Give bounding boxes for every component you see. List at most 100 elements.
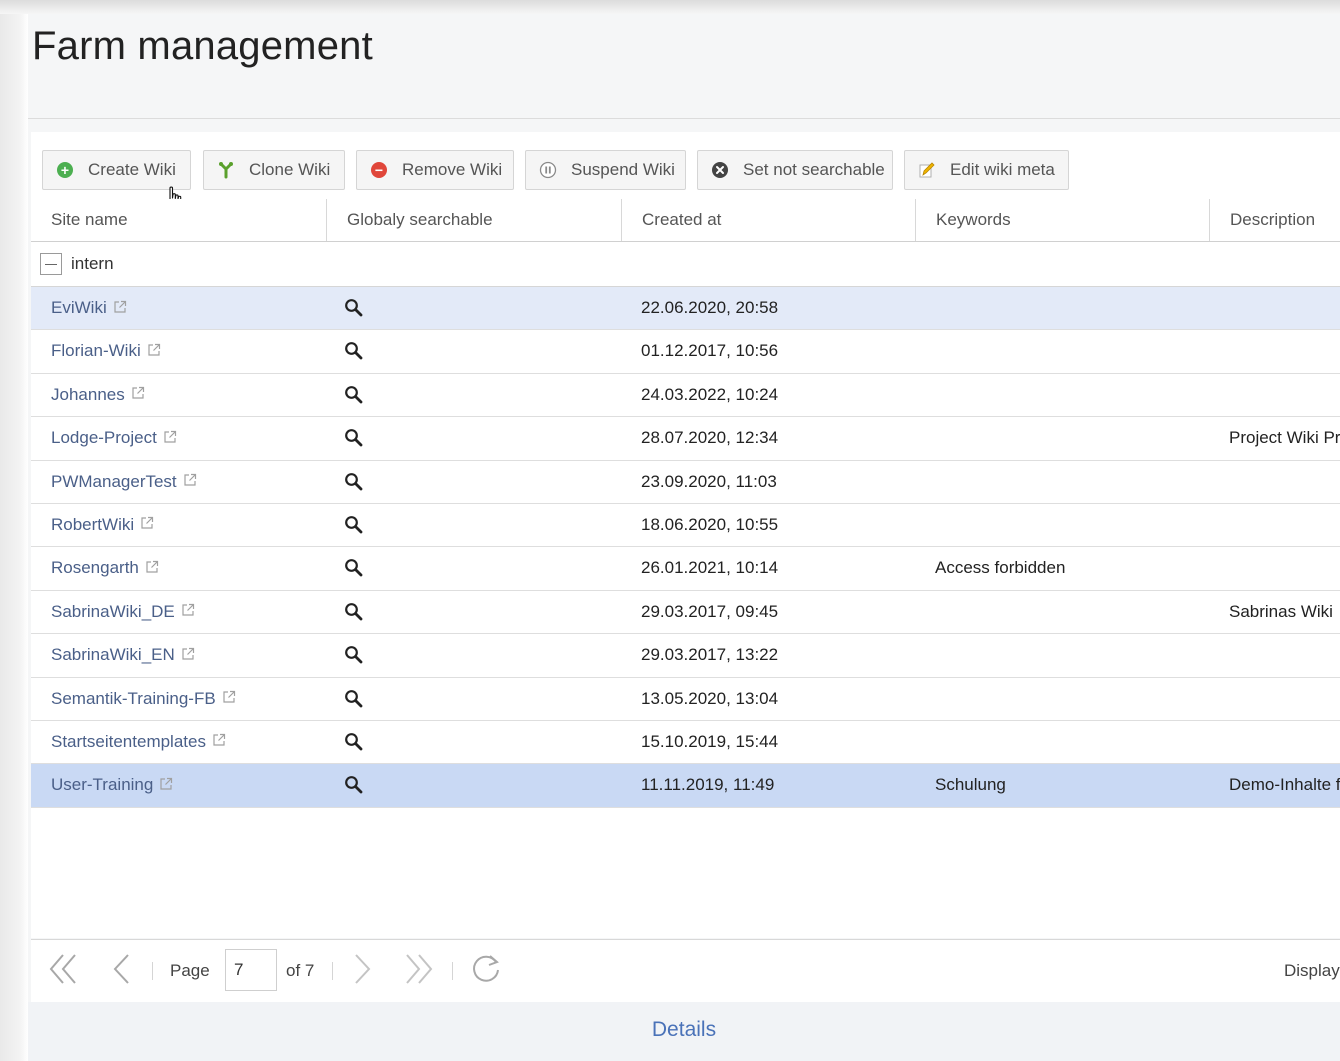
suspend-wiki-label: Suspend Wiki [571, 160, 675, 179]
first-page-button[interactable] [49, 940, 79, 1002]
table-row[interactable]: SabrinaWiki_DE 29.03.2017, 09:45 Sabrinas … [31, 590, 1340, 635]
column-created-at[interactable]: Created at [621, 199, 915, 241]
keywords-value: Access forbidden [935, 558, 1066, 578]
refresh-icon [469, 952, 503, 991]
external-link-icon[interactable] [183, 461, 197, 503]
site-name-link[interactable]: SabrinaWiki_DE [51, 591, 195, 634]
external-link-icon[interactable] [147, 331, 161, 373]
pause-circle-icon [539, 161, 557, 179]
set-not-searchable-label: Set not searchable [743, 160, 885, 179]
create-wiki-button[interactable]: + Create Wiki [42, 150, 191, 190]
description-value: Project Wiki Pr [1229, 428, 1340, 448]
external-link-icon[interactable] [159, 765, 173, 807]
refresh-button[interactable] [469, 940, 503, 1002]
column-globaly-searchable[interactable]: Globaly searchable [326, 199, 621, 241]
site-name-link[interactable]: SabrinaWiki_EN [51, 634, 195, 677]
search-icon [344, 298, 364, 323]
site-name-link[interactable]: User-Training [51, 764, 173, 807]
search-icon [344, 645, 364, 670]
site-name-link[interactable]: RobertWiki [51, 504, 154, 547]
table-row[interactable]: User-Training 11.11.2019, 11:49 Schulung De… [31, 764, 1340, 808]
site-name-link[interactable]: Startseitentemplates [51, 721, 226, 764]
page-title: Farm management [32, 24, 373, 68]
pagination-bar: Page of 7 Display [31, 939, 1340, 1002]
site-name-text: EviWiki [51, 298, 107, 317]
table-row[interactable]: Semantik-Training-FB 13.05.2020, 13:04 [31, 677, 1340, 721]
pencil-icon [918, 161, 936, 179]
external-link-icon[interactable] [113, 288, 127, 330]
site-name-link[interactable]: EviWiki [51, 287, 127, 330]
details-link[interactable]: Details [652, 1018, 716, 1041]
pager-separator [152, 962, 153, 980]
chevron-right-icon [353, 952, 373, 991]
set-not-searchable-button[interactable]: Set not searchable [697, 150, 893, 190]
site-name-text: User-Training [51, 775, 154, 795]
clone-icon [217, 161, 235, 179]
last-page-button[interactable] [403, 940, 433, 1002]
external-link-icon[interactable] [212, 721, 226, 763]
column-keywords[interactable]: Keywords [915, 199, 1209, 241]
next-page-button[interactable] [353, 940, 373, 1002]
description-value: Demo-Inhalte f [1229, 775, 1340, 795]
site-name-text: Florian-Wiki [51, 341, 141, 361]
collapse-toggle-icon[interactable] [40, 253, 62, 275]
column-site-name[interactable]: Site name [31, 199, 326, 241]
table-row[interactable]: Florian-Wiki 01.12.2017, 10:56 [31, 330, 1340, 374]
created-at-value: 23.09.2020, 11:03 [641, 471, 777, 491]
external-link-icon[interactable] [222, 678, 236, 720]
external-link-icon[interactable] [181, 635, 195, 677]
farm-management-window: Farm management + Create Wiki Clone Wiki… [28, 14, 1340, 1061]
created-at-value: 13.05.2020, 13:04 [641, 688, 779, 708]
description-value: Sabrinas Wiki [1229, 601, 1333, 621]
x-circle-icon [711, 161, 729, 179]
table-row[interactable]: Lodge-Project 28.07.2020, 12:34 Project Wi… [31, 417, 1340, 461]
site-name-text: Semantik-Training-FB [51, 688, 216, 708]
details-bar: Details [28, 1002, 1340, 1061]
created-at-value: 22.06.2020, 20:58 [641, 298, 779, 317]
site-name-text: Rosengarth [51, 558, 139, 578]
external-link-icon[interactable] [181, 591, 195, 633]
created-at-value: 26.01.2021, 10:14 [641, 558, 779, 578]
table-row[interactable]: SabrinaWiki_EN 29.03.2017, 13:22 [31, 634, 1340, 678]
table-row[interactable]: EviWiki 22.06.2020, 20:58 [31, 287, 1340, 331]
page-number-input[interactable] [225, 949, 277, 991]
search-icon [344, 428, 364, 453]
table-row[interactable]: Johannes 24.03.2022, 10:24 [31, 373, 1340, 418]
search-icon [344, 472, 364, 497]
external-link-icon[interactable] [163, 418, 177, 460]
site-name-link[interactable]: Rosengarth [51, 547, 159, 590]
external-link-icon[interactable] [131, 374, 145, 416]
plus-circle-icon: + [56, 161, 74, 179]
external-link-icon[interactable] [140, 504, 154, 546]
remove-wiki-label: Remove Wiki [402, 160, 503, 179]
clone-wiki-button[interactable]: Clone Wiki [203, 150, 345, 190]
created-at-value: 18.06.2020, 10:55 [641, 514, 779, 534]
site-name-link[interactable]: Florian-Wiki [51, 330, 161, 373]
remove-wiki-button[interactable]: − Remove Wiki [356, 150, 514, 190]
table-row[interactable]: Rosengarth 26.01.2021, 10:14 Access forbid… [31, 547, 1340, 591]
edit-wiki-meta-button[interactable]: Edit wiki meta [904, 150, 1069, 190]
table-row[interactable]: PWManagerTest 23.09.2020, 11:03 [31, 460, 1340, 504]
group-row-intern: intern [31, 242, 1340, 287]
previous-page-button[interactable] [111, 940, 131, 1002]
external-link-icon[interactable] [145, 548, 159, 590]
site-name-link[interactable]: PWManagerTest [51, 461, 197, 504]
site-name-link[interactable]: Lodge-Project [51, 417, 177, 460]
title-divider [28, 118, 1340, 119]
table-row[interactable]: Startseitentemplates 15.10.2019, 15:44 [31, 720, 1340, 765]
site-name-text: Startseitentemplates [51, 731, 206, 751]
display-info-label: Display [1284, 961, 1340, 980]
site-name-link[interactable]: Semantik-Training-FB [51, 678, 236, 721]
site-name-text: SabrinaWiki_EN [51, 645, 175, 665]
suspend-wiki-button[interactable]: Suspend Wiki [525, 150, 686, 190]
search-icon [344, 385, 364, 410]
table-row[interactable]: RobertWiki 18.06.2020, 10:55 [31, 503, 1340, 548]
column-description[interactable]: Description [1209, 199, 1340, 241]
group-label: intern [71, 254, 114, 273]
edit-wiki-meta-label: Edit wiki meta [950, 160, 1055, 179]
main-panel: + Create Wiki Clone Wiki − Remove Wiki S… [31, 132, 1340, 938]
table-body: EviWiki 22.06.2020, 20:58 Florian-Wiki 01.1… [31, 287, 1340, 808]
minus-circle-icon: − [370, 161, 388, 179]
site-name-link[interactable]: Johannes [51, 374, 145, 417]
created-at-value: 01.12.2017, 10:56 [641, 341, 779, 361]
